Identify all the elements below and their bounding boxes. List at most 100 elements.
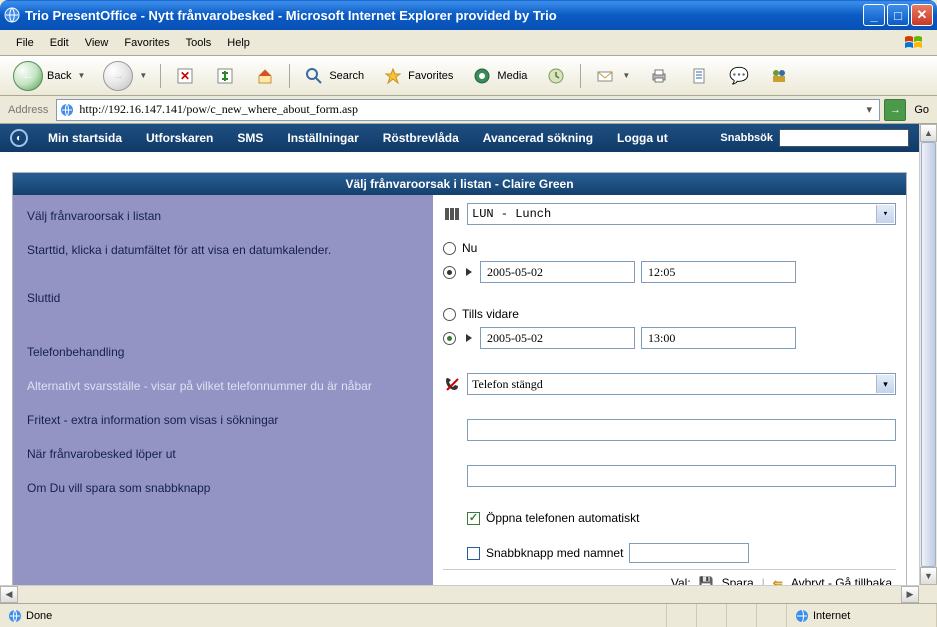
start-date-input[interactable] <box>480 261 635 283</box>
scroll-up-icon[interactable]: ▲ <box>920 124 937 142</box>
scroll-thumb[interactable] <box>921 142 936 567</box>
window-maximize-button[interactable]: □ <box>887 4 909 26</box>
vertical-scrollbar[interactable]: ▲ ▼ <box>919 124 937 585</box>
label-start: Starttid, klicka i datumfältet för att v… <box>27 243 419 257</box>
end-time-input[interactable] <box>641 327 796 349</box>
go-button[interactable]: → <box>884 99 906 121</box>
scroll-right-icon[interactable]: ▶ <box>901 586 919 603</box>
quicksearch-input[interactable] <box>779 129 909 147</box>
address-dropdown-icon[interactable]: ▾ <box>861 103 877 116</box>
end-until-radio[interactable] <box>443 308 456 321</box>
menu-help[interactable]: Help <box>219 34 258 52</box>
label-expires: När frånvarobesked löper ut <box>27 447 419 461</box>
nav-avancerad[interactable]: Avancerad sökning <box>473 131 603 145</box>
menu-edit[interactable]: Edit <box>42 34 77 52</box>
app-nav: ◐ Min startsida Utforskaren SMS Inställn… <box>0 124 919 152</box>
refresh-icon <box>214 65 236 87</box>
go-label: Go <box>910 104 933 116</box>
quick-checkbox[interactable] <box>467 547 480 560</box>
end-until-label: Tills vidare <box>462 307 519 321</box>
status-text: Done <box>26 610 52 622</box>
auto-open-label: Öppna telefonen automatiskt <box>486 511 639 525</box>
nav-loggaut[interactable]: Logga ut <box>607 131 678 145</box>
label-reason: Välj frånvaroorsak i listan <box>27 209 419 223</box>
address-input[interactable] <box>79 102 861 117</box>
zone-text: Internet <box>813 610 850 622</box>
viewport: ◐ Min startsida Utforskaren SMS Inställn… <box>0 124 937 603</box>
label-quickbtn: Om Du vill spara som snabbknapp <box>27 481 419 495</box>
search-button[interactable]: Search <box>296 61 371 91</box>
freetext-input[interactable] <box>467 465 896 487</box>
forward-button[interactable]: →▼ <box>96 57 154 95</box>
scroll-corner <box>919 585 937 603</box>
mail-icon <box>594 65 616 87</box>
label-freetext: Fritext - extra information som visas i … <box>27 413 419 427</box>
back-label: Back <box>47 70 71 82</box>
start-now-radio[interactable] <box>443 242 456 255</box>
nav-installningar[interactable]: Inställningar <box>277 131 368 145</box>
edit-button[interactable] <box>681 61 717 91</box>
address-bar: Address ▾ → Go <box>0 96 937 124</box>
stop-icon: ✕ <box>174 65 196 87</box>
messenger-button[interactable] <box>761 61 797 91</box>
menu-file[interactable]: File <box>8 34 42 52</box>
quicksearch-label: Snabbsök <box>720 132 773 144</box>
window-titlebar: Trio PresentOffice - Nytt frånvarobesked… <box>0 0 937 30</box>
nav-sms[interactable]: SMS <box>227 131 273 145</box>
media-icon <box>471 65 493 87</box>
alt-input[interactable] <box>467 419 896 441</box>
nav-rostbrevlada[interactable]: Röstbrevlåda <box>373 131 469 145</box>
print-button[interactable] <box>641 61 677 91</box>
nav-utforskaren[interactable]: Utforskaren <box>136 131 223 145</box>
media-button[interactable]: Media <box>464 61 534 91</box>
home-button[interactable] <box>247 61 283 91</box>
label-end: Sluttid <box>27 291 419 305</box>
history-icon <box>545 65 567 87</box>
label-alt: Alternativt svarsställe - visar på vilke… <box>27 379 419 393</box>
phone-select[interactable]: Telefon stängd ▾ <box>467 373 896 395</box>
start-time-input[interactable] <box>641 261 796 283</box>
end-date-input[interactable] <box>480 327 635 349</box>
discuss-icon: 💬 <box>728 65 750 87</box>
stop-button[interactable]: ✕ <box>167 61 203 91</box>
messenger-icon <box>768 65 790 87</box>
discuss-button[interactable]: 💬 <box>721 61 757 91</box>
form-panel: Välj frånvaroorsak i listan - Claire Gre… <box>12 172 907 603</box>
scroll-left-icon[interactable]: ◀ <box>0 586 18 603</box>
auto-open-checkbox[interactable]: ✓ <box>467 512 480 525</box>
quick-label: Snabbknapp med namnet <box>486 546 623 560</box>
statusbar: Done Internet <box>0 603 937 627</box>
play-icon <box>466 268 472 276</box>
chevron-down-icon: ▾ <box>876 375 894 393</box>
window-title: Trio PresentOffice - Nytt frånvarobesked… <box>25 8 863 23</box>
star-icon <box>382 65 404 87</box>
nav-startsida[interactable]: Min startsida <box>38 131 132 145</box>
svg-text:✕: ✕ <box>180 69 190 83</box>
end-date-radio[interactable] <box>443 332 456 345</box>
edit-icon <box>688 65 710 87</box>
window-close-button[interactable]: ✕ <box>911 4 933 26</box>
favorites-button[interactable]: Favorites <box>375 61 460 91</box>
menubar: File Edit View Favorites Tools Help <box>0 30 937 56</box>
page-icon <box>59 102 75 118</box>
history-button[interactable] <box>538 61 574 91</box>
play-icon <box>466 334 472 342</box>
mail-button[interactable]: ▼ <box>587 61 637 91</box>
back-button[interactable]: ← Back▼ <box>6 57 92 95</box>
start-now-label: Nu <box>462 241 477 255</box>
brand-icon: ◐ <box>10 129 28 147</box>
menu-view[interactable]: View <box>77 34 117 52</box>
label-phone: Telefonbehandling <box>27 345 419 359</box>
start-date-radio[interactable] <box>443 266 456 279</box>
form-title: Välj frånvaroorsak i listan - Claire Gre… <box>13 173 906 195</box>
menu-favorites[interactable]: Favorites <box>116 34 177 52</box>
address-input-wrap[interactable]: ▾ <box>56 99 880 121</box>
print-icon <box>648 65 670 87</box>
reason-select[interactable]: LUN - Lunch ▾ <box>467 203 896 225</box>
refresh-button[interactable] <box>207 61 243 91</box>
quick-name-input[interactable] <box>629 543 749 563</box>
window-minimize-button[interactable]: _ <box>863 4 885 26</box>
menu-tools[interactable]: Tools <box>178 34 220 52</box>
scroll-down-icon[interactable]: ▼ <box>920 567 937 585</box>
horizontal-scrollbar[interactable]: ◀ ▶ <box>0 585 919 603</box>
